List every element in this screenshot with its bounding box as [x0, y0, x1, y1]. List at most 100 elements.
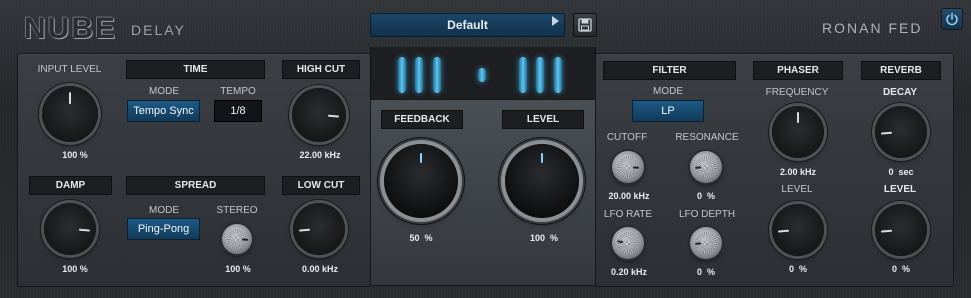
- preset-selector[interactable]: Default: [370, 13, 565, 37]
- time-mode-select[interactable]: Tempo Sync: [127, 100, 200, 122]
- lfo-depth-knob[interactable]: [690, 227, 722, 259]
- decay-value-number: 0: [888, 167, 894, 177]
- resonance-label: RESONANCE: [675, 132, 739, 143]
- preset-next-button[interactable]: [548, 13, 562, 35]
- maker-name: RONAN FED: [822, 20, 923, 36]
- spread-mode-label: MODE: [149, 205, 179, 216]
- damp-header: DAMP: [29, 176, 112, 195]
- input-level-knob[interactable]: [42, 86, 98, 142]
- frequency-value: 2.00 kHz: [779, 167, 817, 177]
- lfo-rate-value: 0.20 kHz: [610, 267, 648, 277]
- power-button[interactable]: [941, 8, 963, 30]
- lfo-depth-indicator: [694, 242, 702, 245]
- phaser-level-label: LEVEL: [781, 184, 813, 195]
- spread-mode-select[interactable]: Ping-Pong: [127, 218, 200, 240]
- damp-value: 100 %: [62, 264, 88, 274]
- stereo-value: 100 %: [225, 264, 251, 274]
- level-knob[interactable]: [505, 144, 579, 218]
- feedback-header: FEEDBACK: [381, 110, 463, 129]
- meter-bar: [415, 57, 423, 93]
- level-value: 100 %: [517, 233, 571, 243]
- cutoff-value: 20.00 kHz: [608, 191, 650, 201]
- high-cut-knob[interactable]: [292, 88, 346, 142]
- low-cut-knob[interactable]: [293, 203, 345, 255]
- lfo-depth-label: LFO DEPTH: [678, 209, 736, 220]
- lfo-rate-indicator: [616, 240, 624, 244]
- cutoff-knob[interactable]: [612, 151, 644, 183]
- reverb-level-value: 0 %: [876, 264, 926, 274]
- high-cut-header: HIGH CUT: [282, 60, 360, 79]
- reverb-level-unit: %: [902, 264, 911, 274]
- save-preset-button[interactable]: [573, 13, 597, 37]
- plugin-window: NUBE DELAY Default RONAN FED INPUT LEVEL…: [0, 0, 971, 298]
- frequency-indicator: [797, 112, 799, 123]
- cutoff-indicator: [632, 166, 640, 169]
- power-icon: [946, 12, 958, 26]
- spread-header: SPREAD: [126, 176, 265, 195]
- level-indicator: [541, 153, 543, 163]
- cutoff-label: CUTOFF: [606, 132, 648, 143]
- filter-mode-select[interactable]: LP: [632, 100, 704, 122]
- resonance-unit: %: [707, 191, 716, 201]
- stereo-knob[interactable]: [222, 224, 252, 254]
- resonance-knob[interactable]: [690, 151, 722, 183]
- reverb-header: REVERB: [861, 61, 941, 80]
- time-header: TIME: [126, 60, 265, 79]
- tempo-label: TEMPO: [220, 86, 256, 97]
- phaser-header: PHASER: [753, 61, 843, 80]
- stereo-label: STEREO: [216, 205, 258, 216]
- level-value-number: 100: [529, 233, 545, 243]
- reverb-level-value-number: 0: [891, 264, 897, 274]
- feedback-value: 50 %: [396, 233, 446, 243]
- feedback-unit: %: [424, 233, 433, 243]
- low-cut-value: 0.00 kHz: [301, 264, 339, 274]
- time-mode-label: MODE: [149, 86, 179, 97]
- lfo-rate-knob[interactable]: [612, 227, 644, 259]
- tempo-select[interactable]: 1/8: [214, 100, 262, 122]
- decay-label: DECAY: [882, 87, 918, 98]
- resonance-value-number: 0: [696, 191, 702, 201]
- brand-logo: NUBE: [24, 12, 118, 45]
- lfo-depth-unit: %: [707, 267, 716, 277]
- frequency-knob[interactable]: [772, 106, 824, 158]
- filter-mode-label: MODE: [653, 86, 683, 97]
- lfo-rate-label: LFO RATE: [603, 209, 653, 220]
- lfo-depth-value: 0 %: [686, 267, 726, 277]
- meter-bar: [433, 57, 441, 93]
- reverb-level-indicator: [880, 229, 893, 233]
- high-cut-indicator: [327, 114, 340, 118]
- level-unit: %: [550, 233, 559, 243]
- decay-value: 0 sec: [873, 167, 929, 177]
- meter-bar: [536, 57, 544, 93]
- triangle-right-icon: [552, 16, 559, 26]
- phaser-level-unit: %: [799, 264, 808, 274]
- floppy-disk-icon: [578, 18, 592, 32]
- decay-knob[interactable]: [875, 106, 927, 158]
- input-level-indicator: [69, 92, 71, 105]
- feedback-knob[interactable]: [384, 144, 458, 218]
- preset-name: Default: [447, 18, 488, 32]
- resonance-value: 0 %: [686, 191, 726, 201]
- filter-header: FILTER: [603, 61, 736, 80]
- low-cut-header: LOW CUT: [282, 176, 360, 195]
- reverb-level-knob[interactable]: [875, 204, 927, 256]
- frequency-label: FREQUENCY: [765, 87, 829, 98]
- feedback-value-number: 50: [409, 233, 420, 243]
- high-cut-value: 22.00 kHz: [299, 150, 341, 160]
- decay-indicator: [880, 131, 893, 135]
- damp-knob[interactable]: [44, 203, 96, 255]
- input-level-label: INPUT LEVEL: [37, 64, 102, 75]
- feedback-indicator: [420, 153, 422, 163]
- stereo-indicator: [241, 238, 249, 241]
- meter-bar: [519, 57, 527, 93]
- level-header: LEVEL: [502, 110, 584, 129]
- resonance-indicator: [694, 166, 702, 169]
- phaser-level-value: 0 %: [773, 264, 823, 274]
- reverb-level-label: LEVEL: [883, 184, 917, 195]
- decay-unit: sec: [898, 167, 914, 177]
- meter-bar: [554, 57, 562, 93]
- meter-dot: [478, 68, 486, 82]
- meter-bar: [398, 57, 406, 93]
- phaser-level-indicator: [777, 229, 790, 233]
- phaser-level-knob[interactable]: [772, 204, 824, 256]
